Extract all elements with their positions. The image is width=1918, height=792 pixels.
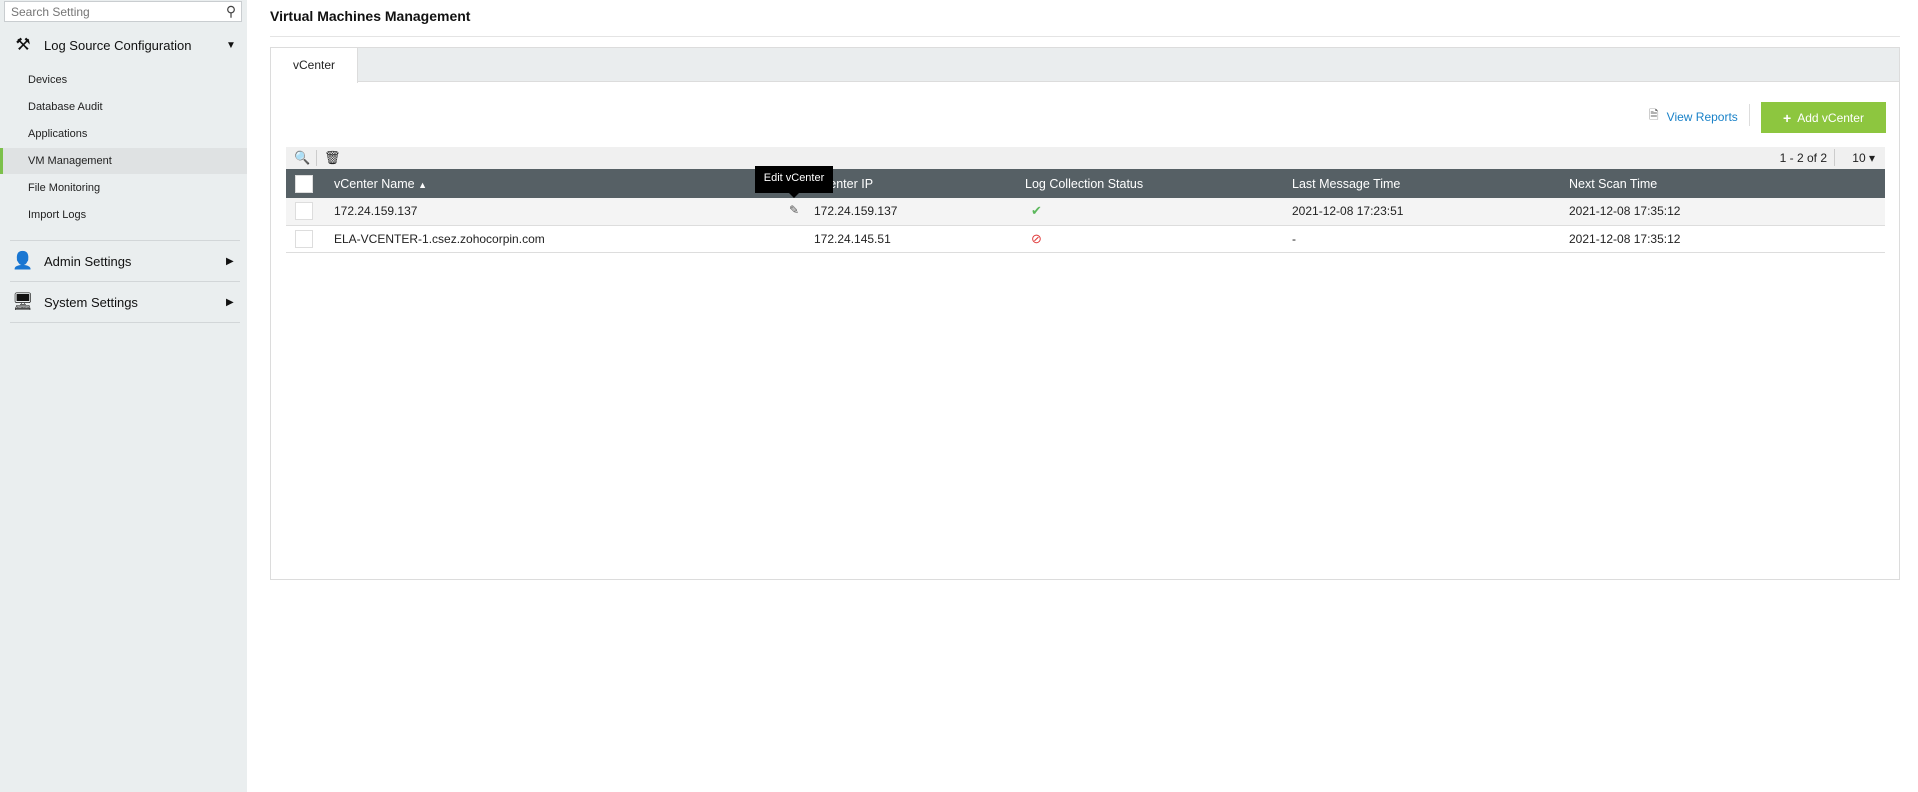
- column-header-next-scan-time[interactable]: Next Scan Time: [1569, 169, 1885, 198]
- table-row[interactable]: 172.24.159.137 ✎ 172.24.159.137 ✔︎ 2021-1…: [286, 198, 1885, 226]
- select-all-checkbox[interactable]: [295, 174, 313, 193]
- last-message-time: 2021-12-08 17:23:51: [1292, 198, 1569, 226]
- tab-bar: vCenter: [271, 48, 1899, 83]
- page-title: Virtual Machines Management: [270, 8, 471, 24]
- vcenter-name: 172.24.159.137: [334, 204, 418, 219]
- divider: [10, 322, 240, 323]
- view-reports-link[interactable]: 🗎 View Reports: [1649, 106, 1738, 127]
- edit-pencil-icon[interactable]: ✎: [789, 203, 799, 217]
- row-checkbox[interactable]: [295, 202, 313, 221]
- tab-vcenter[interactable]: vCenter: [271, 48, 358, 83]
- column-header-log-collection-status[interactable]: Log Collection Status: [1025, 169, 1292, 198]
- caret-right-icon: ▶: [226, 255, 234, 267]
- tab-panel: vCenter 🗎 View Reports + Add vCenter 🔍 🗑…: [270, 47, 1900, 580]
- divider: [270, 36, 1900, 37]
- column-header-vcenter-name[interactable]: vCenter Name ▲: [334, 169, 814, 198]
- divider: [10, 240, 240, 241]
- sidebar-item-vm-management[interactable]: VM Management: [0, 148, 247, 174]
- vcenter-table: vCenter Name ▲ vCenter IP Log Collection…: [286, 169, 1885, 253]
- add-vcenter-button[interactable]: + Add vCenter: [1761, 102, 1886, 133]
- sidebar-item-devices[interactable]: Devices: [0, 67, 247, 93]
- sidebar: ⚲ ⚒ Log Source Configuration ▼ Devices D…: [0, 0, 247, 792]
- vcenter-name: ELA-VCENTER-1.csez.zohocorpin.com: [334, 225, 814, 253]
- view-reports-label: View Reports: [1666, 109, 1738, 124]
- grid-toolbar: 🔍 🗑 1 - 2 of 2 10 ▾: [286, 147, 1885, 169]
- header-label: vCenter Name: [334, 176, 415, 191]
- caret-right-icon: ▶: [226, 296, 234, 308]
- sidebar-item-file-monitoring[interactable]: File Monitoring: [0, 175, 247, 201]
- group-label: System Settings: [44, 294, 138, 310]
- divider: [1749, 104, 1750, 126]
- admin-user-gear-icon: 👤: [12, 251, 34, 270]
- sidebar-item-import-logs[interactable]: Import Logs: [0, 202, 247, 228]
- sidebar-group-log-source-configuration[interactable]: ⚒ Log Source Configuration ▼: [10, 30, 240, 60]
- page-size-value: 10: [1852, 151, 1866, 165]
- search-icon[interactable]: ⚲: [221, 3, 241, 20]
- vcenter-ip: 172.24.145.51: [814, 225, 1025, 253]
- status-ok-icon: ✔︎: [1031, 203, 1042, 219]
- status-stopped-icon: ⊘: [1031, 230, 1042, 246]
- next-scan-time: 2021-12-08 17:35:12: [1569, 225, 1885, 253]
- page-size-select[interactable]: 10 ▾: [1852, 151, 1875, 165]
- column-header-vcenter-ip[interactable]: vCenter IP: [814, 169, 1025, 198]
- next-scan-time: 2021-12-08 17:35:12: [1569, 198, 1885, 226]
- tools-icon: ⚒: [15, 35, 31, 54]
- filter-search-icon[interactable]: 🔍: [294, 150, 310, 166]
- search-input[interactable]: [5, 4, 221, 19]
- caret-down-icon: ▼: [226, 39, 236, 51]
- vcenter-ip: 172.24.159.137: [814, 198, 1025, 226]
- divider: [1834, 149, 1835, 166]
- group-label: Log Source Configuration: [44, 37, 192, 53]
- plus-icon: +: [1783, 109, 1792, 126]
- divider: [316, 150, 317, 166]
- table-row[interactable]: ELA-VCENTER-1.csez.zohocorpin.com 172.24…: [286, 225, 1885, 253]
- document-icon: 🗎: [1649, 108, 1659, 122]
- delete-icon[interactable]: 🗑: [324, 150, 341, 166]
- edit-vcenter-tooltip: Edit vCenter: [755, 166, 833, 198]
- last-message-time: -: [1292, 225, 1569, 253]
- divider: [10, 281, 240, 282]
- sidebar-group-system-settings[interactable]: 🖥 System Settings ▶: [10, 287, 240, 317]
- column-header-last-message-time[interactable]: Last Message Time: [1292, 169, 1569, 198]
- sidebar-group-admin-settings[interactable]: 👤 Admin Settings ▶: [10, 246, 240, 276]
- sidebar-item-database-audit[interactable]: Database Audit: [0, 94, 247, 120]
- search-setting[interactable]: ⚲: [4, 1, 242, 22]
- sort-asc-icon: ▲: [418, 179, 427, 190]
- row-checkbox[interactable]: [295, 229, 313, 248]
- add-vcenter-label: Add vCenter: [1797, 110, 1864, 125]
- group-label: Admin Settings: [44, 253, 132, 269]
- monitor-gear-icon: 🖥: [12, 292, 34, 311]
- sidebar-item-applications[interactable]: Applications: [0, 121, 247, 147]
- pager-info: 1 - 2 of 2: [1779, 151, 1827, 165]
